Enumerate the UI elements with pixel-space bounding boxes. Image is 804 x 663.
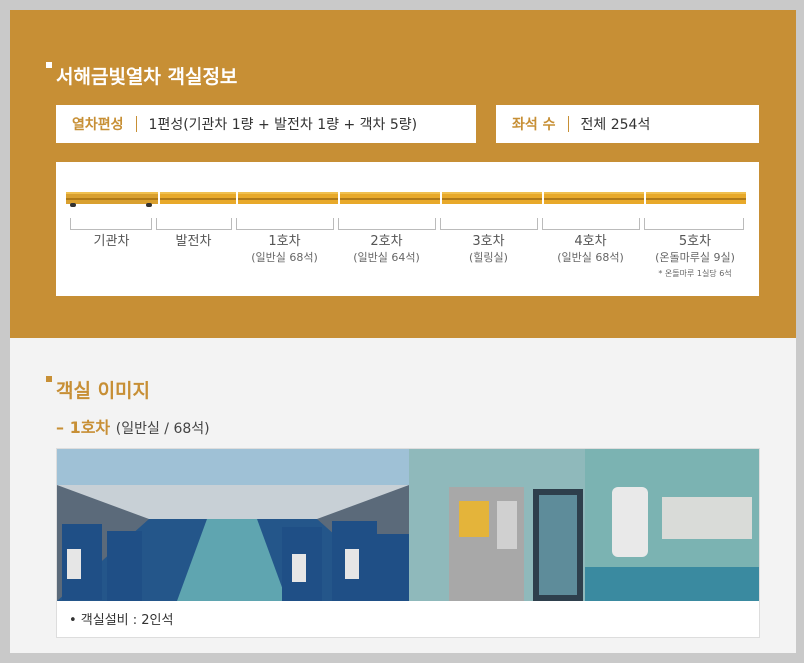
section-title-text: 서해금빛열차 객실정보 [56,66,238,88]
car-label-4: 4호차 (일반실 68석) [540,234,641,266]
wheel-icon [146,203,152,207]
car-sub: (온돌마루실 9실) [655,251,735,264]
car-4-illustration [544,192,644,204]
formation-value: 1편성(기관차 1량 + 발전차 1량 + 객차 5량) [148,117,418,133]
car-name: 5호차 [678,234,712,249]
bracket [338,218,436,230]
wheel-icon [70,203,76,207]
car-label-5: 5호차 (온돌마루실 9실) * 온돌마루 1실당 6석 [643,234,747,282]
car-sub: (일반실 68석) [251,251,318,264]
section-title-images: 객실 이미지 [46,376,151,403]
car-sub: (힐링실) [469,251,508,264]
bullet-square-icon [46,376,52,382]
car-label-3: 3호차 (힐링실) [438,234,539,266]
car-2-illustration [340,192,440,204]
car-label-generator: 발전차 [143,234,244,250]
seats-label: 좌석 수 [512,117,556,133]
generator-car-illustration [160,192,236,204]
bracket [236,218,334,230]
info-band: 서해금빛열차 객실정보 열차편성 1편성(기관차 1량 + 발전차 1량 + 객… [10,10,796,338]
bracket [644,218,744,230]
bracket [156,218,232,230]
car-name: 4호차 [574,234,607,249]
section-title-text: 객실 이미지 [56,380,151,402]
car-label-1: 1호차 (일반실 68석) [234,234,335,266]
bullet-square-icon [46,62,52,68]
cabin-caption: • 객실설비 : 2인석 [69,613,174,628]
car-1-heading: – 1호차 (일반실 / 68석) [56,414,210,438]
bracket [440,218,538,230]
car-name: 2호차 [370,234,403,249]
divider [135,116,137,132]
seats-value: 전체 254석 [580,117,651,133]
train-diagram-panel: 기관차 발전차 1호차 (일반실 68석) 2호차 (일반실 64석) 3호차 … [56,162,759,296]
car-name: 3호차 [472,234,505,249]
car-detail: (일반실 / 68석) [115,421,210,437]
car-name: 발전차 [175,234,212,249]
car-note: * 온돌마루 1실당 6석 [658,269,732,278]
formation-label: 열차편성 [72,117,124,133]
car-sub: (일반실 64석) [353,251,420,264]
formation-box: 열차편성 1편성(기관차 1량 + 발전차 1량 + 객차 5량) [56,105,476,143]
section-title-info: 서해금빛열차 객실정보 [46,62,238,89]
car-title: – 1호차 [56,418,111,437]
locomotive-illustration [66,192,158,207]
car-name: 1호차 [268,234,301,249]
page-frame: 서해금빛열차 객실정보 열차편성 1편성(기관차 1량 + 발전차 1량 + 객… [10,10,796,653]
bracket [70,218,152,230]
cabin-image-panel: • 객실설비 : 2인석 [56,448,760,638]
car-sub: (일반실 68석) [557,251,624,264]
car-label-2: 2호차 (일반실 64석) [336,234,437,266]
divider [567,116,569,132]
bracket [542,218,640,230]
seats-box: 좌석 수 전체 254석 [496,105,759,143]
car-5-illustration [646,192,746,204]
car-1-illustration [238,192,338,204]
car-3-illustration [442,192,542,204]
cabin-photo [57,449,759,601]
